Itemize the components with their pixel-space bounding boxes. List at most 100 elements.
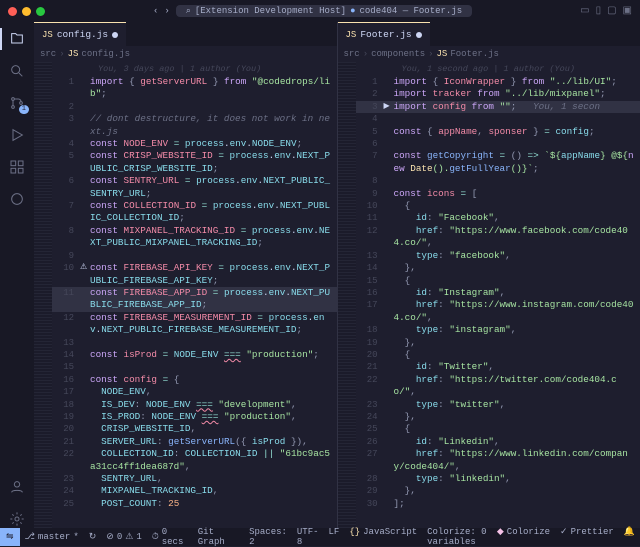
tab-footer[interactable]: JS Footer.js	[338, 22, 430, 46]
explorer-icon[interactable]	[8, 30, 26, 48]
status-problems[interactable]: ⊘ 0 ⚠ 1	[101, 528, 146, 546]
code-line[interactable]: 1import { IconWrapper } from "../lib/UI"…	[356, 76, 640, 88]
source-control-icon[interactable]: 1	[8, 94, 26, 112]
code-line[interactable]: 16const config = {	[52, 374, 337, 386]
code-line[interactable]: 24 MIXPANEL_TRACKING_ID,	[52, 485, 337, 497]
code-line[interactable]: 4	[356, 113, 640, 125]
code-line[interactable]: 9	[52, 250, 337, 262]
code-line[interactable]: 28 type: "linkedin",	[356, 473, 640, 485]
title-host: [Extension Development Host]	[195, 6, 346, 16]
breadcrumb-left[interactable]: src› JSconfig.js	[34, 46, 337, 62]
code-line[interactable]: 19 IS_PROD: NODE_ENV === "production",	[52, 411, 337, 423]
code-line[interactable]: 14 },	[356, 262, 640, 274]
code-line[interactable]: 10⚠const FIREBASE_API_KEY = process.env.…	[52, 262, 337, 287]
remote-indicator[interactable]: ⇋	[0, 528, 20, 546]
status-time[interactable]: ⏱ 0 secs	[147, 528, 193, 546]
code-line[interactable]: 18 type: "instagram",	[356, 324, 640, 336]
status-branch[interactable]: ⎇ master*	[20, 528, 84, 546]
line-number: 12	[52, 312, 80, 324]
code-line[interactable]: 25 {	[356, 423, 640, 435]
extensions-icon[interactable]	[8, 158, 26, 176]
code-line[interactable]: 8const MIXPANEL_TRACKING_ID = process.en…	[52, 225, 337, 250]
command-center[interactable]: ⌕ [Extension Development Host] ● code404…	[176, 5, 472, 17]
code-line[interactable]: 25 POST_COUNT: 25	[52, 498, 337, 510]
minimap-right[interactable]	[338, 62, 356, 528]
status-sync[interactable]: ↻	[84, 528, 102, 546]
status-bell-icon[interactable]: 🔔	[619, 527, 640, 537]
code-line[interactable]: 12const FIREBASE_MEASUREMENT_ID = proces…	[52, 312, 337, 337]
nav-back-icon[interactable]: ‹	[153, 6, 158, 16]
status-gitgraph[interactable]: Git Graph	[193, 528, 244, 546]
search-icon[interactable]	[8, 62, 26, 80]
code-line[interactable]: 8	[356, 175, 640, 187]
code-line[interactable]: 21 id: "Twitter",	[356, 361, 640, 373]
run-debug-icon[interactable]	[8, 126, 26, 144]
status-prettier[interactable]: ✓ Prettier	[555, 527, 619, 537]
code-line[interactable]: 6const SENTRY_URL = process.env.NEXT_PUB…	[52, 175, 337, 200]
code-line[interactable]: 13 type: "facebook",	[356, 250, 640, 262]
code-line[interactable]: 11const FIREBASE_APP_ID = process.env.NE…	[52, 287, 337, 312]
code-line[interactable]: 19 },	[356, 337, 640, 349]
code-line[interactable]: 5const CRISP_WEBSITE_ID = process.env.NE…	[52, 150, 337, 175]
line-content: const { appName, sponser } = config;	[394, 126, 640, 138]
line-content: const CRISP_WEBSITE_ID = process.env.NEX…	[90, 150, 337, 175]
line-number: 22	[356, 374, 384, 386]
code-line[interactable]: 16 id: "Instagram",	[356, 287, 640, 299]
code-line[interactable]: 4const NODE_ENV = process.env.NODE_ENV;	[52, 138, 337, 150]
status-colorize-vars[interactable]: Colorize: 0 variables	[422, 527, 492, 547]
status-colorize[interactable]: ◆ Colorize	[492, 527, 555, 537]
code-line[interactable]: 22 href: "https://twitter.com/code404.co…	[356, 374, 640, 399]
breadcrumb-right[interactable]: src› components› JSFooter.js	[338, 46, 640, 62]
code-line[interactable]: 3// dont destructure, it does not work i…	[52, 113, 337, 138]
customize-icon[interactable]: ▣	[623, 5, 632, 17]
panel-toggle-icon[interactable]: ▯	[596, 5, 602, 17]
code-line[interactable]: 10 {	[356, 200, 640, 212]
code-line[interactable]: 17 NODE_ENV,	[52, 386, 337, 398]
code-line[interactable]: 27 href: "https://www.linkedin.com/compa…	[356, 448, 640, 473]
code-line[interactable]: 13	[52, 337, 337, 349]
code-right[interactable]: You, 1 second ago | 1 author (You) 1impo…	[356, 62, 640, 528]
account-icon[interactable]	[8, 478, 26, 496]
minimap-left[interactable]	[34, 62, 52, 528]
code-line[interactable]: 7const COLLECTION_ID = process.env.NEXT_…	[52, 200, 337, 225]
code-line[interactable]: 23 type: "twitter",	[356, 399, 640, 411]
code-line[interactable]: 18 IS_DEV: NODE_ENV === "development",	[52, 399, 337, 411]
status-spaces[interactable]: Spaces: 2	[244, 527, 292, 547]
code-line[interactable]: 15	[52, 361, 337, 373]
layout-toggle-icon[interactable]: ▭	[580, 5, 589, 17]
code-line[interactable]: 30];	[356, 498, 640, 510]
settings-gear-icon[interactable]	[8, 510, 26, 528]
code-left[interactable]: You, 3 days ago | 1 author (You) 1import…	[52, 62, 337, 528]
code-line[interactable]: 29 },	[356, 485, 640, 497]
code-line[interactable]: 20 CRISP_WEBSITE_ID,	[52, 423, 337, 435]
layout-icon[interactable]: ▢	[607, 5, 616, 17]
code-line[interactable]: 24 },	[356, 411, 640, 423]
code-line[interactable]: 2import tracker from "../lib/mixpanel";	[356, 88, 640, 100]
status-lang[interactable]: {} JavaScript	[344, 527, 422, 537]
close-window-icon[interactable]	[8, 7, 17, 16]
code-line[interactable]: 6	[356, 138, 640, 150]
code-line[interactable]: 20 {	[356, 349, 640, 361]
gitlens-icon[interactable]	[8, 190, 26, 208]
code-line[interactable]: 22 COLLECTION_ID: COLLECTION_ID || "61bc…	[52, 448, 337, 473]
code-line[interactable]: 26 id: "Linkedin",	[356, 436, 640, 448]
minimize-window-icon[interactable]	[22, 7, 31, 16]
status-encoding[interactable]: UTF-8	[292, 527, 324, 547]
code-line[interactable]: 11 id: "Facebook",	[356, 212, 640, 224]
nav-forward-icon[interactable]: ›	[164, 6, 169, 16]
code-line[interactable]: 23 SENTRY_URL,	[52, 473, 337, 485]
code-line[interactable]: 15 {	[356, 275, 640, 287]
code-line[interactable]: 2	[52, 101, 337, 113]
code-line[interactable]: 14const isProd = NODE_ENV === "productio…	[52, 349, 337, 361]
code-line[interactable]: 3▶import config from ""; You, 1 secon	[356, 101, 640, 113]
code-line[interactable]: 9const icons = [	[356, 188, 640, 200]
code-line[interactable]: 21 SERVER_URL: getServerURL({ isProd }),	[52, 436, 337, 448]
maximize-window-icon[interactable]	[36, 7, 45, 16]
status-eol[interactable]: LF	[324, 527, 345, 537]
code-line[interactable]: 17 href: "https://www.instagram.com/code…	[356, 299, 640, 324]
code-line[interactable]: 5const { appName, sponser } = config;	[356, 126, 640, 138]
code-line[interactable]: 12 href: "https://www.facebook.com/code4…	[356, 225, 640, 250]
code-line[interactable]: 7const getCopyright = () => `${appName} …	[356, 150, 640, 175]
code-line[interactable]: 1import { getServerURL } from "@codedrop…	[52, 76, 337, 101]
tab-config[interactable]: JS config.js	[34, 22, 126, 46]
